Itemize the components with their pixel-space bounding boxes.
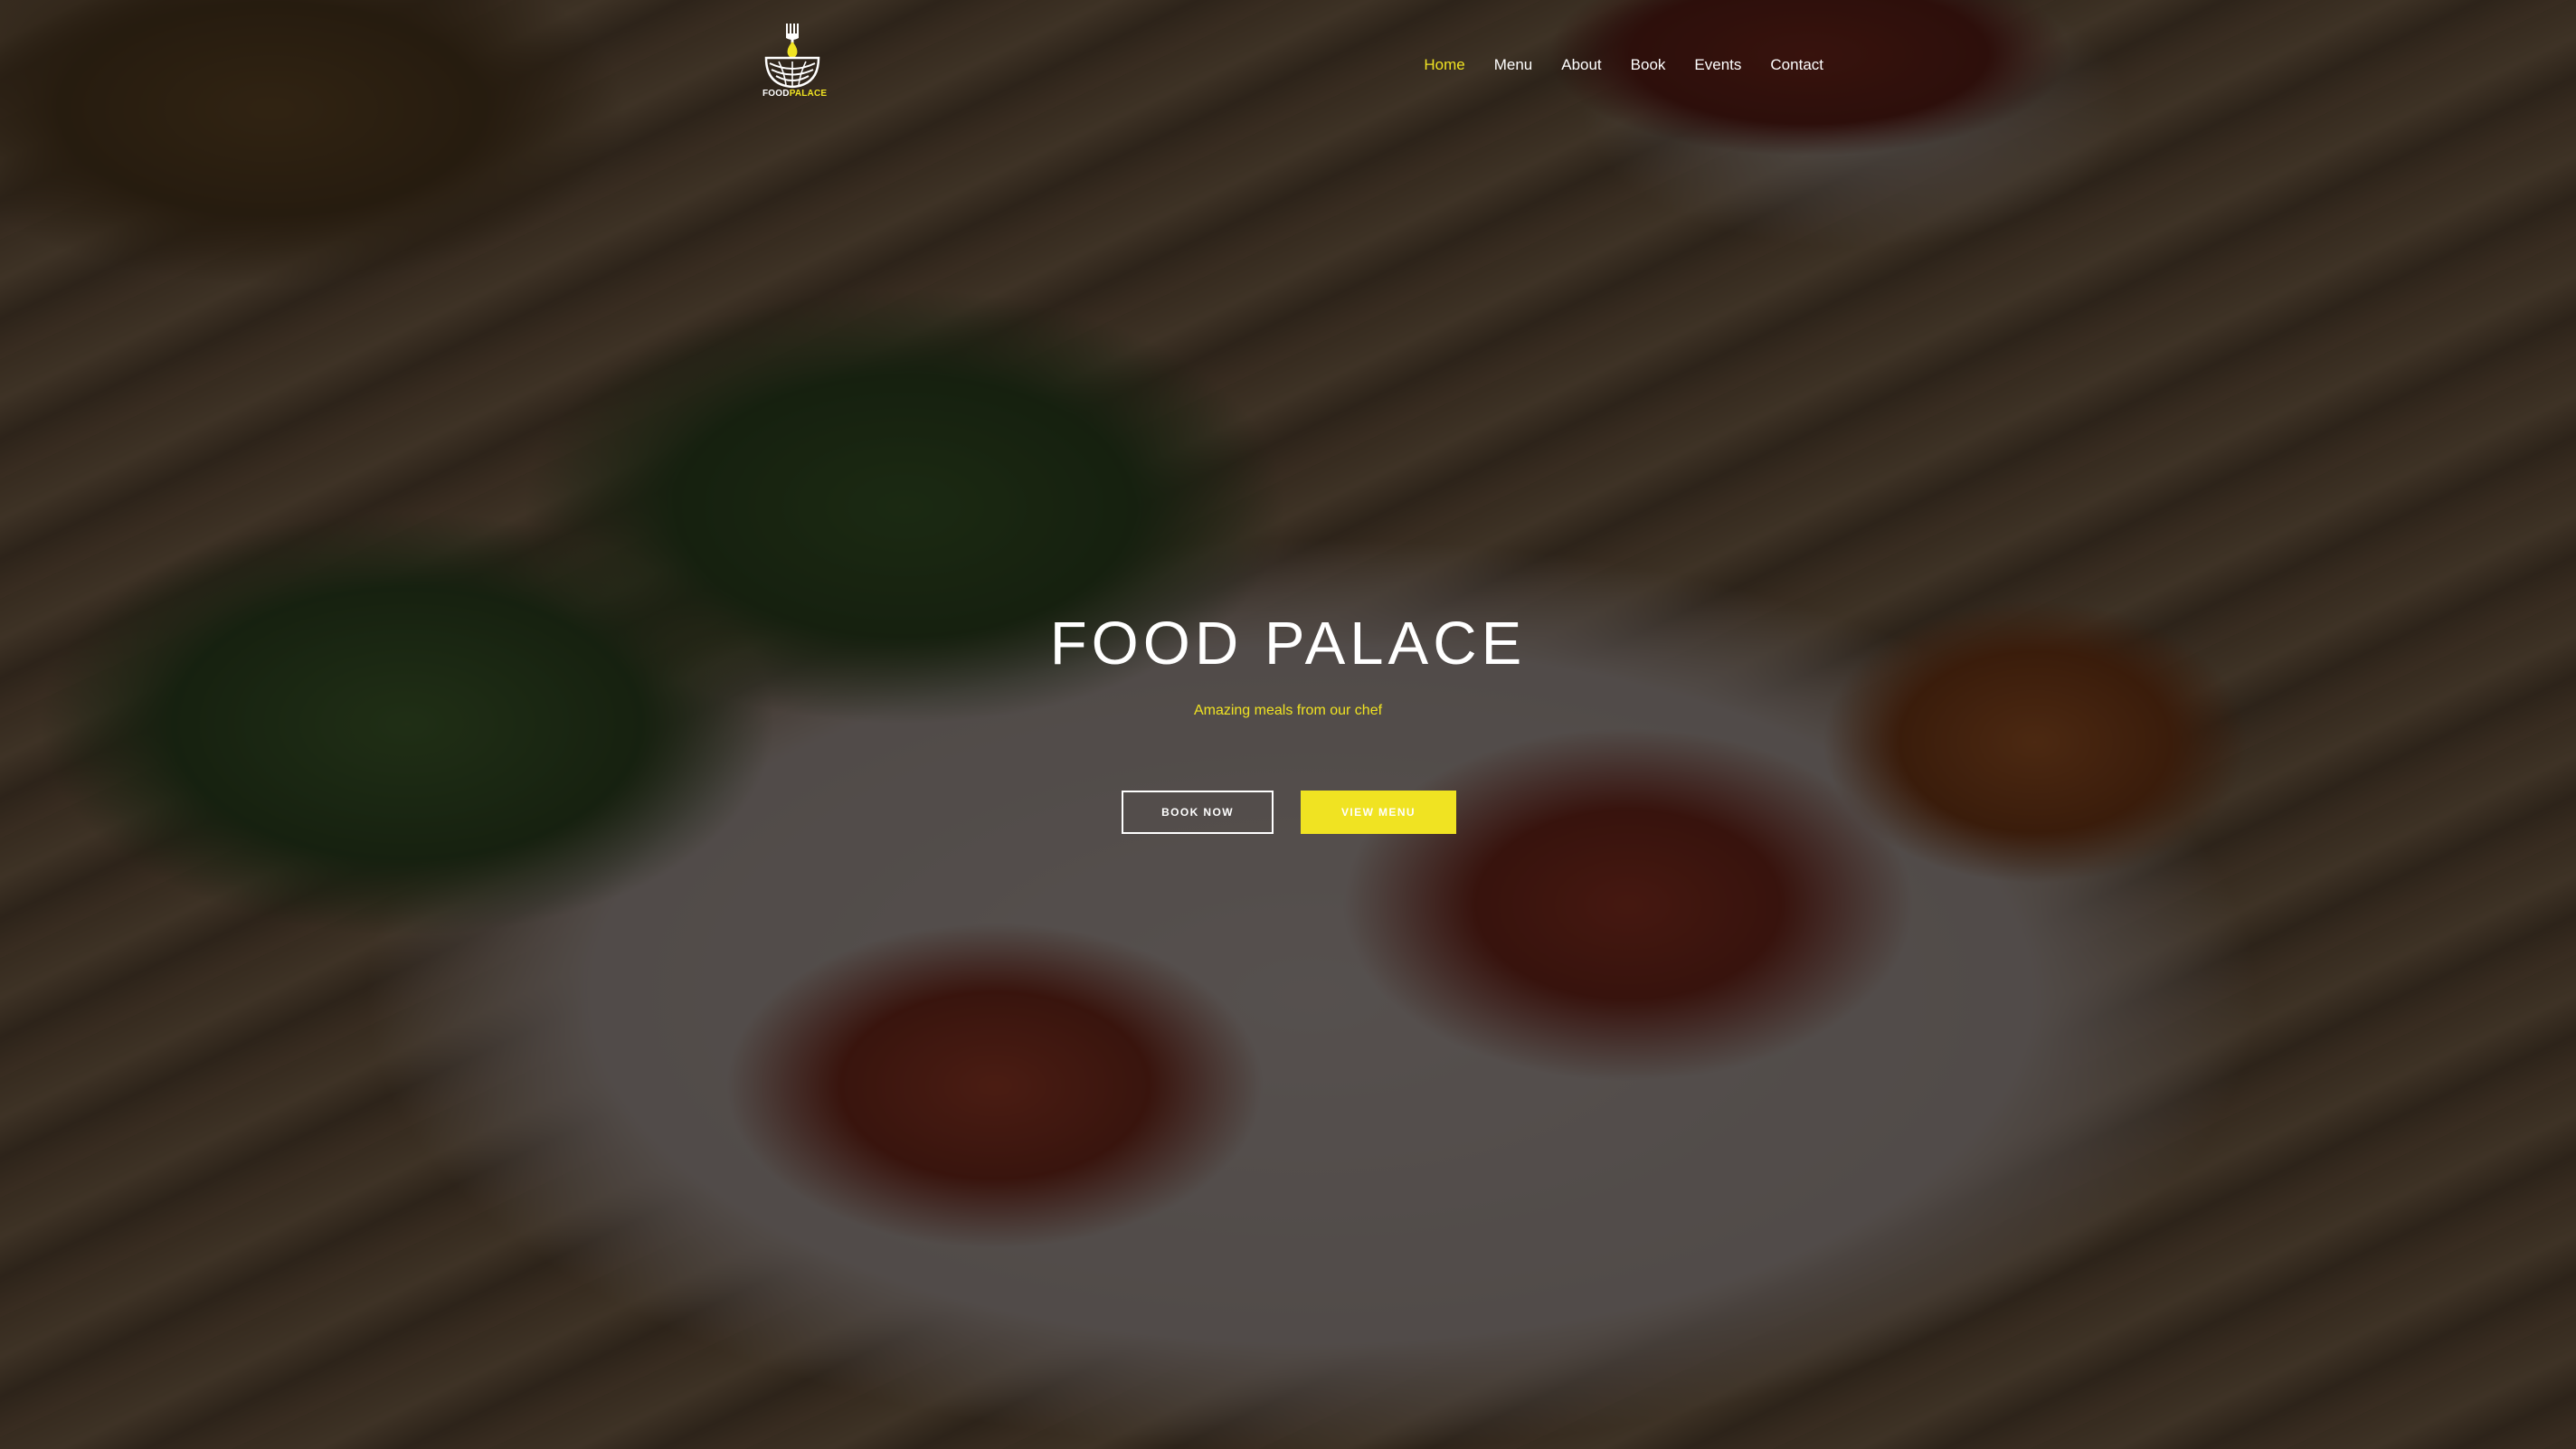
- hero-subtitle: Amazing meals from our chef: [1193, 703, 1383, 718]
- hero-title: FOOD PALACE: [1049, 610, 1527, 677]
- logo-word-palace: PALACE: [789, 89, 828, 99]
- nav-contact[interactable]: Contact: [1770, 52, 1823, 78]
- nav-about[interactable]: About: [1561, 52, 1601, 78]
- nav-home[interactable]: Home: [1424, 52, 1464, 78]
- view-menu-button[interactable]: VIEW MENU: [1301, 791, 1456, 834]
- site-logo[interactable]: FOODPALACE: [762, 22, 827, 105]
- book-now-button[interactable]: BOOK NOW: [1122, 791, 1274, 834]
- fork-bowl-logo-icon: [764, 24, 820, 89]
- logo-wordmark: FOODPALACE: [762, 89, 827, 99]
- background-overlay: [0, 0, 2576, 1449]
- main-nav: Home Menu About Book Events Contact: [1424, 52, 1823, 78]
- logo-word-food: FOOD: [762, 89, 790, 99]
- nav-events[interactable]: Events: [1694, 52, 1741, 78]
- nav-book[interactable]: Book: [1631, 52, 1666, 78]
- nav-menu[interactable]: Menu: [1494, 52, 1533, 78]
- hero-section: FOODPALACE Home Menu About Book Events C…: [0, 0, 2576, 1449]
